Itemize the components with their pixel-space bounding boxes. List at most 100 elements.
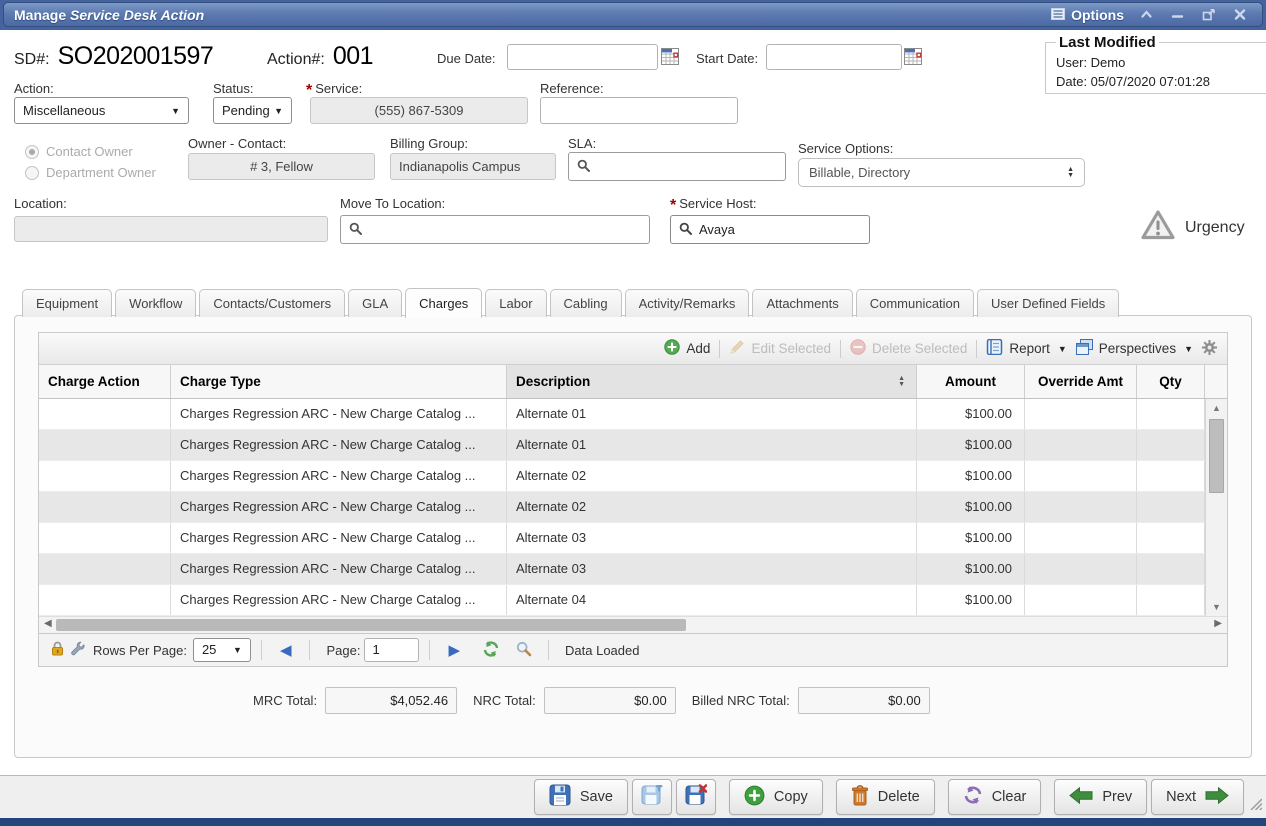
delete-button[interactable]: Delete (836, 779, 935, 815)
tab[interactable]: Labor (485, 289, 546, 317)
vertical-scrollbar[interactable]: ▲ ▼ (1205, 399, 1227, 616)
page-input[interactable]: 1 (364, 638, 419, 662)
add-button[interactable]: Add (664, 339, 710, 358)
perspectives-button[interactable]: Perspectives ▼ (1076, 339, 1193, 358)
column-header-description[interactable]: Description ▲▼ (507, 365, 917, 398)
horizontal-scrollbar-thumb[interactable] (56, 619, 686, 631)
lock-icon[interactable] (51, 641, 64, 659)
move-to-location-search-input[interactable] (340, 215, 650, 244)
service-options-select[interactable]: Billable, Directory ▲▼ (798, 158, 1085, 187)
cell-override-amt (1025, 492, 1137, 522)
table-row[interactable]: Charges Regression ARC - New Charge Cata… (39, 585, 1205, 616)
horizontal-scrollbar[interactable]: ◀ ▶ (39, 616, 1227, 633)
edit-selected-button[interactable]: Edit Selected (729, 339, 831, 358)
table-row[interactable]: Charges Regression ARC - New Charge Cata… (39, 461, 1205, 492)
table-row[interactable]: Charges Regression ARC - New Charge Cata… (39, 430, 1205, 461)
previous-page-icon[interactable]: ◀ (280, 643, 292, 658)
table-row[interactable]: Charges Regression ARC - New Charge Cata… (39, 554, 1205, 585)
delete-selected-button[interactable]: Delete Selected (850, 339, 967, 358)
minimize-icon[interactable] (1171, 9, 1184, 20)
cell-qty (1137, 399, 1205, 429)
cell-override-amt (1025, 523, 1137, 553)
tab[interactable]: Workflow (115, 289, 196, 317)
due-date-calendar-icon[interactable] (661, 48, 679, 70)
tab[interactable]: Charges (405, 288, 482, 318)
popout-icon[interactable] (1202, 9, 1216, 21)
scroll-right-icon[interactable]: ▶ (1214, 618, 1222, 629)
window-title: Manage Service Desk Action (14, 7, 204, 23)
column-header-qty[interactable]: Qty (1137, 365, 1205, 398)
service-field: (555) 867-5309 (310, 97, 528, 124)
tab[interactable]: Activity/Remarks (625, 289, 750, 317)
sd-number-value: SO202001597 (58, 42, 214, 71)
next-button[interactable]: Next (1151, 779, 1244, 815)
tab[interactable]: GLA (348, 289, 402, 317)
sla-search-input[interactable] (568, 152, 786, 181)
trash-icon (851, 785, 869, 810)
cell-amount: $100.00 (917, 492, 1025, 522)
save-button[interactable]: Save (534, 779, 628, 815)
next-page-icon[interactable]: ▶ (448, 643, 460, 658)
status-select[interactable]: Pending ▼ (213, 97, 292, 124)
tab-strip: EquipmentWorkflowContacts/CustomersGLACh… (22, 288, 1122, 317)
cell-override-amt (1025, 461, 1137, 491)
scroll-down-icon[interactable]: ▼ (1206, 602, 1227, 612)
column-header-charge-action[interactable]: Charge Action (39, 365, 171, 398)
urgency-indicator[interactable]: Urgency (1140, 209, 1245, 246)
owner-contact-field: # 3, Fellow (188, 153, 375, 180)
action-number-label: Action#: (267, 51, 325, 69)
report-button[interactable]: Report ▼ (986, 339, 1066, 358)
column-header-charge-type[interactable]: Charge Type (171, 365, 507, 398)
total-value: $0.00 (544, 687, 676, 714)
tab[interactable]: Contacts/Customers (199, 289, 345, 317)
total-value: $0.00 (798, 687, 930, 714)
save-and-new-button[interactable] (632, 779, 672, 815)
contact-owner-option[interactable]: Contact Owner (25, 144, 156, 159)
tab[interactable]: Equipment (22, 289, 112, 317)
cell-charge-type: Charges Regression ARC - New Charge Cata… (171, 554, 507, 584)
scroll-left-icon[interactable]: ◀ (44, 618, 52, 629)
clear-button[interactable]: Clear (948, 779, 1042, 815)
report-icon (986, 339, 1003, 358)
column-header-amount[interactable]: Amount (917, 365, 1025, 398)
copy-button[interactable]: Copy (729, 779, 823, 815)
refresh-icon[interactable] (482, 641, 500, 660)
department-owner-radio[interactable] (25, 166, 39, 180)
close-icon[interactable] (1234, 9, 1246, 20)
cell-charge-action (39, 430, 171, 460)
vertical-scrollbar-thumb[interactable] (1209, 419, 1224, 493)
action-label: Action: (14, 81, 54, 96)
pager-separator (309, 640, 310, 660)
cell-charge-type: Charges Regression ARC - New Charge Cata… (171, 461, 507, 491)
action-select[interactable]: Miscellaneous ▼ (14, 97, 189, 124)
save-and-close-button[interactable] (676, 779, 716, 815)
table-row[interactable]: Charges Regression ARC - New Charge Cata… (39, 523, 1205, 554)
grid-settings-button[interactable] (1202, 340, 1217, 358)
tab[interactable]: Cabling (550, 289, 622, 317)
department-owner-option[interactable]: Department Owner (25, 165, 156, 180)
contact-owner-radio[interactable] (25, 145, 39, 159)
wrench-icon[interactable] (70, 641, 85, 659)
collapse-icon[interactable] (1140, 9, 1153, 20)
start-date-input[interactable] (766, 44, 902, 70)
rows-per-page-select[interactable]: 25 ▼ (193, 638, 251, 662)
search-grid-icon[interactable] (516, 641, 532, 660)
prev-next-group: Prev Next (1054, 779, 1244, 815)
tab[interactable]: User Defined Fields (977, 289, 1119, 317)
prev-button[interactable]: Prev (1054, 779, 1147, 815)
options-button[interactable]: Options (1051, 7, 1124, 23)
table-row[interactable]: Charges Regression ARC - New Charge Cata… (39, 399, 1205, 430)
pager-separator (429, 640, 430, 660)
due-date-input[interactable] (507, 44, 658, 70)
dropdown-arrow-icon: ▼ (274, 106, 283, 116)
tab[interactable]: Communication (856, 289, 974, 317)
table-row[interactable]: Charges Regression ARC - New Charge Cata… (39, 492, 1205, 523)
tab[interactable]: Attachments (752, 289, 852, 317)
service-host-search-input[interactable]: Avaya (670, 215, 870, 244)
resize-handle[interactable] (1249, 797, 1262, 815)
cell-qty (1137, 492, 1205, 522)
column-header-override-amt[interactable]: Override Amt (1025, 365, 1137, 398)
reference-input[interactable] (540, 97, 738, 124)
start-date-calendar-icon[interactable] (904, 48, 922, 70)
scroll-up-icon[interactable]: ▲ (1206, 403, 1227, 413)
